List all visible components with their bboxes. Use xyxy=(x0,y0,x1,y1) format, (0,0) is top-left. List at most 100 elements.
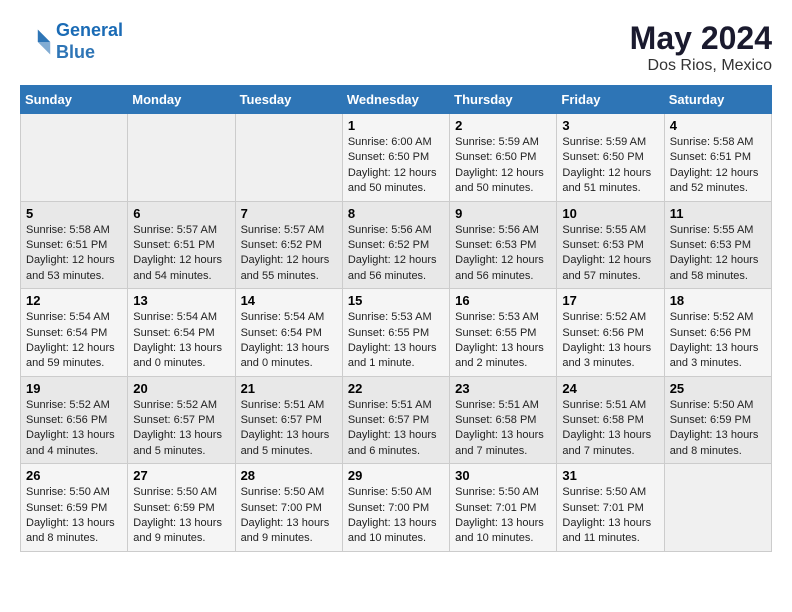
day-number: 23 xyxy=(455,381,551,396)
day-info: Sunrise: 5:59 AM Sunset: 6:50 PM Dayligh… xyxy=(455,135,551,197)
day-number: 16 xyxy=(455,293,551,308)
day-number: 18 xyxy=(670,293,766,308)
day-header-saturday: Saturday xyxy=(664,86,771,114)
day-info: Sunrise: 5:52 AM Sunset: 6:56 PM Dayligh… xyxy=(26,398,122,460)
day-header-sunday: Sunday xyxy=(21,86,128,114)
day-cell: 31Sunrise: 5:50 AM Sunset: 7:01 PM Dayli… xyxy=(557,464,664,552)
day-cell: 19 Sunrise: 5:52 AM Sunset: 6:56 PM Dayli… xyxy=(21,376,128,464)
day-info: Sunrise: 5:54 AM Sunset: 6:54 PM Dayligh… xyxy=(26,310,122,372)
day-cell: 22 Sunrise: 5:51 AM Sunset: 6:57 PM Dayli… xyxy=(342,376,449,464)
week-row-2: 5Sunrise: 5:58 AM Sunset: 6:51 PM Daylig… xyxy=(21,201,772,289)
day-cell: 29Sunrise: 5:50 AM Sunset: 7:00 PM Dayli… xyxy=(342,464,449,552)
day-header-thursday: Thursday xyxy=(450,86,557,114)
day-cell: 20 Sunrise: 5:52 AM Sunset: 6:57 PM Dayli… xyxy=(128,376,235,464)
day-cell: 26 Sunrise: 5:50 AM Sunset: 6:59 PM Dayli… xyxy=(21,464,128,552)
day-cell: 30 Sunrise: 5:50 AM Sunset: 7:01 PM Dayli… xyxy=(450,464,557,552)
day-cell: 12Sunrise: 5:54 AM Sunset: 6:54 PM Dayli… xyxy=(21,289,128,377)
day-info: Sunrise: 5:51 AM Sunset: 6:57 PM Dayligh… xyxy=(241,398,337,460)
day-cell: 25 Sunrise: 5:50 AM Sunset: 6:59 PM Dayli… xyxy=(664,376,771,464)
day-cell: 24 Sunrise: 5:51 AM Sunset: 6:58 PM Dayli… xyxy=(557,376,664,464)
day-cell: 18Sunrise: 5:52 AM Sunset: 6:56 PM Dayli… xyxy=(664,289,771,377)
day-number: 9 xyxy=(455,206,551,221)
day-cell: 11 Sunrise: 5:55 AM Sunset: 6:53 PM Dayli… xyxy=(664,201,771,289)
day-info: Sunrise: 5:51 AM Sunset: 6:57 PM Dayligh… xyxy=(348,398,444,460)
day-cell: 3 Sunrise: 5:59 AM Sunset: 6:50 PM Daylig… xyxy=(557,114,664,202)
day-number: 25 xyxy=(670,381,766,396)
day-number: 4 xyxy=(670,118,766,133)
day-info: Sunrise: 5:54 AM Sunset: 6:54 PM Dayligh… xyxy=(241,310,337,372)
day-cell: 10 Sunrise: 5:55 AM Sunset: 6:53 PM Dayli… xyxy=(557,201,664,289)
day-cell xyxy=(128,114,235,202)
day-info: Sunrise: 5:50 AM Sunset: 7:00 PM Dayligh… xyxy=(348,485,444,547)
day-number: 22 xyxy=(348,381,444,396)
day-number: 21 xyxy=(241,381,337,396)
day-number: 8 xyxy=(348,206,444,221)
logo-text: General Blue xyxy=(56,20,123,63)
day-cell: 21 Sunrise: 5:51 AM Sunset: 6:57 PM Dayli… xyxy=(235,376,342,464)
day-number: 28 xyxy=(241,468,337,483)
day-number: 1 xyxy=(348,118,444,133)
logo: General Blue xyxy=(20,20,123,63)
day-info: Sunrise: 5:50 AM Sunset: 7:01 PM Dayligh… xyxy=(455,485,551,547)
day-info: Sunrise: 5:58 AM Sunset: 6:51 PM Dayligh… xyxy=(26,223,122,285)
day-number: 10 xyxy=(562,206,658,221)
day-number: 30 xyxy=(455,468,551,483)
day-info: Sunrise: 5:52 AM Sunset: 6:57 PM Dayligh… xyxy=(133,398,229,460)
day-cell: 13 Sunrise: 5:54 AM Sunset: 6:54 PM Dayli… xyxy=(128,289,235,377)
day-cell: 17 Sunrise: 5:52 AM Sunset: 6:56 PM Dayli… xyxy=(557,289,664,377)
day-cell: 14Sunrise: 5:54 AM Sunset: 6:54 PM Dayli… xyxy=(235,289,342,377)
day-number: 13 xyxy=(133,293,229,308)
day-number: 2 xyxy=(455,118,551,133)
day-info: Sunrise: 5:50 AM Sunset: 6:59 PM Dayligh… xyxy=(670,398,766,460)
day-info: Sunrise: 5:50 AM Sunset: 6:59 PM Dayligh… xyxy=(26,485,122,547)
day-cell: 1 Sunrise: 6:00 AM Sunset: 6:50 PM Daylig… xyxy=(342,114,449,202)
day-info: Sunrise: 5:56 AM Sunset: 6:53 PM Dayligh… xyxy=(455,223,551,285)
day-info: Sunrise: 5:51 AM Sunset: 6:58 PM Dayligh… xyxy=(562,398,658,460)
day-number: 27 xyxy=(133,468,229,483)
day-info: Sunrise: 5:57 AM Sunset: 6:51 PM Dayligh… xyxy=(133,223,229,285)
day-cell: 15 Sunrise: 5:53 AM Sunset: 6:55 PM Dayli… xyxy=(342,289,449,377)
day-number: 15 xyxy=(348,293,444,308)
location: Dos Rios, Mexico xyxy=(630,57,772,75)
day-cell: 7Sunrise: 5:57 AM Sunset: 6:52 PM Daylig… xyxy=(235,201,342,289)
day-cell: 4Sunrise: 5:58 AM Sunset: 6:51 PM Daylig… xyxy=(664,114,771,202)
logo-icon xyxy=(20,26,52,58)
day-cell: 2 Sunrise: 5:59 AM Sunset: 6:50 PM Daylig… xyxy=(450,114,557,202)
day-number: 26 xyxy=(26,468,122,483)
day-cell: 5Sunrise: 5:58 AM Sunset: 6:51 PM Daylig… xyxy=(21,201,128,289)
day-header-monday: Monday xyxy=(128,86,235,114)
day-header-friday: Friday xyxy=(557,86,664,114)
header-row: SundayMondayTuesdayWednesdayThursdayFrid… xyxy=(21,86,772,114)
calendar-table: SundayMondayTuesdayWednesdayThursdayFrid… xyxy=(20,85,772,552)
day-number: 20 xyxy=(133,381,229,396)
day-info: Sunrise: 6:00 AM Sunset: 6:50 PM Dayligh… xyxy=(348,135,444,197)
day-info: Sunrise: 5:52 AM Sunset: 6:56 PM Dayligh… xyxy=(562,310,658,372)
day-info: Sunrise: 5:54 AM Sunset: 6:54 PM Dayligh… xyxy=(133,310,229,372)
day-info: Sunrise: 5:59 AM Sunset: 6:50 PM Dayligh… xyxy=(562,135,658,197)
day-number: 24 xyxy=(562,381,658,396)
week-row-3: 12Sunrise: 5:54 AM Sunset: 6:54 PM Dayli… xyxy=(21,289,772,377)
week-row-1: 1 Sunrise: 6:00 AM Sunset: 6:50 PM Daylig… xyxy=(21,114,772,202)
day-number: 6 xyxy=(133,206,229,221)
day-info: Sunrise: 5:56 AM Sunset: 6:52 PM Dayligh… xyxy=(348,223,444,285)
week-row-5: 26 Sunrise: 5:50 AM Sunset: 6:59 PM Dayli… xyxy=(21,464,772,552)
day-number: 31 xyxy=(562,468,658,483)
month-title: May 2024 xyxy=(630,20,772,57)
day-info: Sunrise: 5:53 AM Sunset: 6:55 PM Dayligh… xyxy=(455,310,551,372)
day-header-wednesday: Wednesday xyxy=(342,86,449,114)
title-area: May 2024 Dos Rios, Mexico xyxy=(630,20,772,75)
day-cell xyxy=(235,114,342,202)
day-cell: 6 Sunrise: 5:57 AM Sunset: 6:51 PM Daylig… xyxy=(128,201,235,289)
day-number: 11 xyxy=(670,206,766,221)
day-number: 3 xyxy=(562,118,658,133)
day-info: Sunrise: 5:53 AM Sunset: 6:55 PM Dayligh… xyxy=(348,310,444,372)
day-number: 19 xyxy=(26,381,122,396)
day-cell: 28Sunrise: 5:50 AM Sunset: 7:00 PM Dayli… xyxy=(235,464,342,552)
day-info: Sunrise: 5:55 AM Sunset: 6:53 PM Dayligh… xyxy=(562,223,658,285)
day-cell: 16 Sunrise: 5:53 AM Sunset: 6:55 PM Dayli… xyxy=(450,289,557,377)
day-number: 17 xyxy=(562,293,658,308)
day-cell: 27 Sunrise: 5:50 AM Sunset: 6:59 PM Dayli… xyxy=(128,464,235,552)
day-info: Sunrise: 5:55 AM Sunset: 6:53 PM Dayligh… xyxy=(670,223,766,285)
day-cell: 23Sunrise: 5:51 AM Sunset: 6:58 PM Dayli… xyxy=(450,376,557,464)
day-info: Sunrise: 5:50 AM Sunset: 6:59 PM Dayligh… xyxy=(133,485,229,547)
